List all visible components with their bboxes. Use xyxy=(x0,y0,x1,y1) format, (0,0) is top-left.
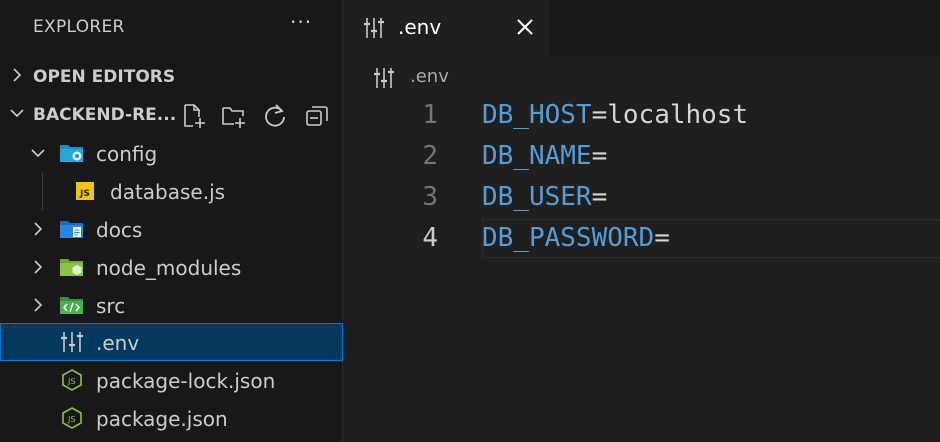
env-key: DB_PASSWORD xyxy=(482,223,655,253)
tree-label-package: package.json xyxy=(96,407,228,431)
folder-docs-icon xyxy=(60,221,83,238)
explorer-title: EXPLORER xyxy=(33,17,125,37)
settings-sliders-icon xyxy=(374,68,394,88)
js-badge-label: JS xyxy=(80,189,90,199)
tree-label-env: .env xyxy=(96,331,140,355)
settings-sliders-icon xyxy=(61,332,83,352)
nodejs-icon: JS xyxy=(62,369,82,391)
collapse-all-icon[interactable] xyxy=(304,103,330,129)
tab-bar: .env xyxy=(344,0,940,56)
folder-node-icon xyxy=(60,259,83,276)
equals-sign: = xyxy=(591,141,608,171)
line-number: 3 xyxy=(422,182,438,212)
line-number: 4 xyxy=(422,223,438,253)
open-editors-label: OPEN EDITORS xyxy=(33,67,176,87)
chevron-down-icon xyxy=(31,149,45,158)
editor-area: .env .env 1 DB_HOST=localhost 2 DB_NAME=… xyxy=(344,0,940,442)
env-value: localhost xyxy=(607,100,749,130)
open-editors-section[interactable]: OPEN EDITORS xyxy=(0,58,343,96)
tree-item-package[interactable]: JS package.json xyxy=(0,399,343,437)
tree-label-database: database.js xyxy=(110,180,226,204)
env-key: DB_USER xyxy=(482,182,592,212)
svg-text:JS: JS xyxy=(67,415,75,424)
settings-sliders-icon xyxy=(364,18,384,38)
code-line: 1 DB_HOST=localhost xyxy=(344,96,940,137)
line-text: DB_USER= xyxy=(482,182,607,212)
project-label: BACKEND-RE... xyxy=(33,105,177,125)
code-line-active: 4 DB_PASSWORD= xyxy=(344,219,940,260)
tree-label-config: config xyxy=(96,142,158,166)
svg-text:JS: JS xyxy=(67,377,75,386)
equals-sign: = xyxy=(654,223,670,253)
refresh-icon[interactable] xyxy=(262,103,288,129)
chevron-down-icon xyxy=(10,109,24,118)
explorer-sidebar: EXPLORER ··· OPEN EDITORS BACKEND-RE... xyxy=(0,0,343,442)
line-number: 1 xyxy=(422,100,438,130)
env-key: DB_HOST xyxy=(482,100,592,130)
code-line: 3 DB_USER= xyxy=(344,178,940,219)
chevron-right-icon xyxy=(34,222,43,236)
tree-label-node-modules: node_modules xyxy=(96,256,242,280)
tab-env[interactable]: .env xyxy=(344,0,550,56)
nodejs-icon: JS xyxy=(62,407,82,429)
breadcrumb-label: .env xyxy=(410,66,449,87)
env-key: DB_NAME xyxy=(482,141,592,171)
line-text: DB_PASSWORD= xyxy=(482,223,670,253)
folder-config-icon xyxy=(60,145,83,162)
tab-label: .env xyxy=(398,15,442,39)
close-icon[interactable] xyxy=(514,16,536,38)
line-text: DB_NAME= xyxy=(482,141,607,171)
tree-item-package-lock[interactable]: JS package-lock.json xyxy=(0,361,343,399)
chevron-right-icon xyxy=(13,68,22,82)
tree-item-database-js[interactable]: JS database.js xyxy=(0,172,343,210)
chevron-right-icon xyxy=(34,260,43,274)
tree-label-package-lock: package-lock.json xyxy=(96,369,276,393)
tree-label-src: src xyxy=(96,294,126,318)
tree-item-src[interactable]: src xyxy=(0,286,343,324)
chevron-right-icon xyxy=(34,298,43,312)
new-file-icon[interactable] xyxy=(181,103,207,129)
code-line: 2 DB_NAME= xyxy=(344,137,940,178)
line-text: DB_HOST=localhost xyxy=(482,100,748,130)
more-actions-icon[interactable]: ··· xyxy=(290,10,312,34)
equals-sign: = xyxy=(591,100,608,130)
line-number: 2 xyxy=(422,141,438,171)
folder-src-icon xyxy=(60,297,83,314)
tree-label-docs: docs xyxy=(96,218,143,242)
tree-item-config[interactable]: config xyxy=(0,134,343,172)
tree-item-node-modules[interactable]: node_modules xyxy=(0,248,343,286)
tree-item-docs[interactable]: docs xyxy=(0,210,343,248)
tree-item-env[interactable]: .env xyxy=(0,323,343,361)
new-folder-icon[interactable] xyxy=(221,103,247,129)
explorer-header: EXPLORER ··· xyxy=(0,0,343,56)
equals-sign: = xyxy=(591,182,608,212)
project-section[interactable]: BACKEND-RE... xyxy=(0,96,343,134)
